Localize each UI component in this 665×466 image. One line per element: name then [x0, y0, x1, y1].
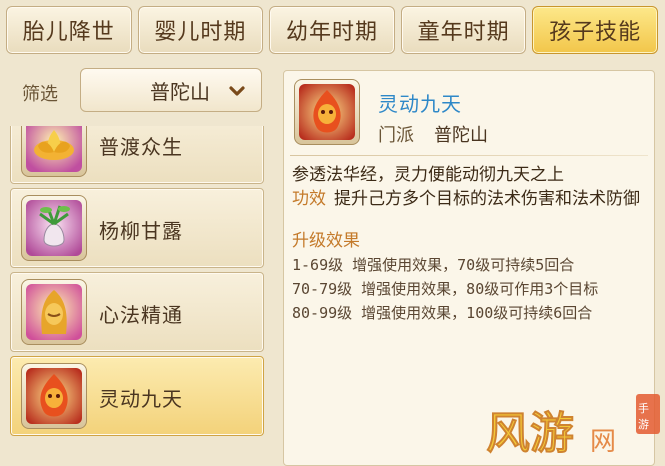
skill-name: 灵动九天	[99, 387, 183, 411]
filter-label: 筛选	[22, 84, 58, 105]
tab-bar: 胎儿降世 婴儿时期 幼年时期 童年时期 孩子技能	[6, 6, 658, 56]
skill-list-item[interactable]: 心法精通	[10, 272, 264, 352]
school-value: 普陀山	[434, 125, 488, 146]
skill-icon-frame	[21, 126, 87, 177]
skill-description-body: 参透法华经，灵力便能动彻九天之上 功效 提升己方多个目标的法术伤害和法术防御 升级…	[292, 163, 648, 325]
divider	[290, 155, 648, 156]
skill-icon-frame	[21, 279, 87, 345]
svg-text:手: 手	[638, 401, 649, 415]
tab-childhood[interactable]: 童年时期	[400, 6, 527, 54]
skill-list-item[interactable]: 普渡众生	[10, 126, 264, 184]
filter-selected-value: 普陀山	[150, 79, 210, 104]
upgrade-line: 70-79级 增强使用效果，80级可作用3个目标	[292, 280, 599, 298]
lotus-icon	[26, 126, 82, 172]
tab-toddler[interactable]: 幼年时期	[269, 6, 395, 54]
skill-title: 灵动九天	[378, 92, 462, 116]
flame-spirit-icon	[299, 84, 355, 140]
effect-text: 提升己方多个目标的法术伤害和法术防御	[334, 189, 640, 209]
flame-spirit-icon	[26, 368, 82, 424]
skill-icon-frame	[21, 195, 87, 261]
effect-line: 功效 提升己方多个目标的法术伤害和法术防御	[292, 187, 648, 211]
skill-name: 杨柳甘露	[99, 219, 183, 243]
upgrade-title: 升级效果	[292, 231, 360, 251]
skill-icon-frame	[21, 363, 87, 429]
skill-description: 参透法华经，灵力便能动彻九天之上	[292, 165, 564, 185]
svg-text:风游: 风游	[486, 408, 574, 459]
skill-name: 普渡众生	[99, 135, 183, 159]
buddha-icon	[26, 284, 82, 340]
tab-infant[interactable]: 婴儿时期	[137, 6, 264, 54]
school-label: 门派	[378, 125, 414, 146]
willow-vase-icon	[26, 200, 82, 256]
skill-name: 心法精通	[99, 303, 183, 327]
svg-text:网: 网	[590, 427, 616, 457]
tab-child-skills[interactable]: 孩子技能	[532, 6, 658, 54]
skill-list-item-selected[interactable]: 灵动九天	[10, 356, 264, 436]
skill-list[interactable]: 普渡众生 杨柳甘露 心法精通 灵动九天	[10, 126, 266, 466]
site-watermark-logo: 风游 网 手 游	[485, 394, 660, 460]
detail-icon-frame	[294, 79, 360, 145]
school-filter-dropdown[interactable]: 普陀山	[80, 68, 262, 112]
upgrade-line: 1-69级 增强使用效果，70级可持续5回合	[292, 256, 575, 274]
chevron-down-icon	[229, 86, 245, 96]
svg-text:游: 游	[638, 418, 649, 431]
skill-list-item[interactable]: 杨柳甘露	[10, 188, 264, 268]
effect-label: 功效	[292, 189, 326, 209]
tab-fetus[interactable]: 胎儿降世	[6, 6, 132, 54]
upgrade-line: 80-99级 增强使用效果，100级可持续6回合	[292, 304, 593, 322]
